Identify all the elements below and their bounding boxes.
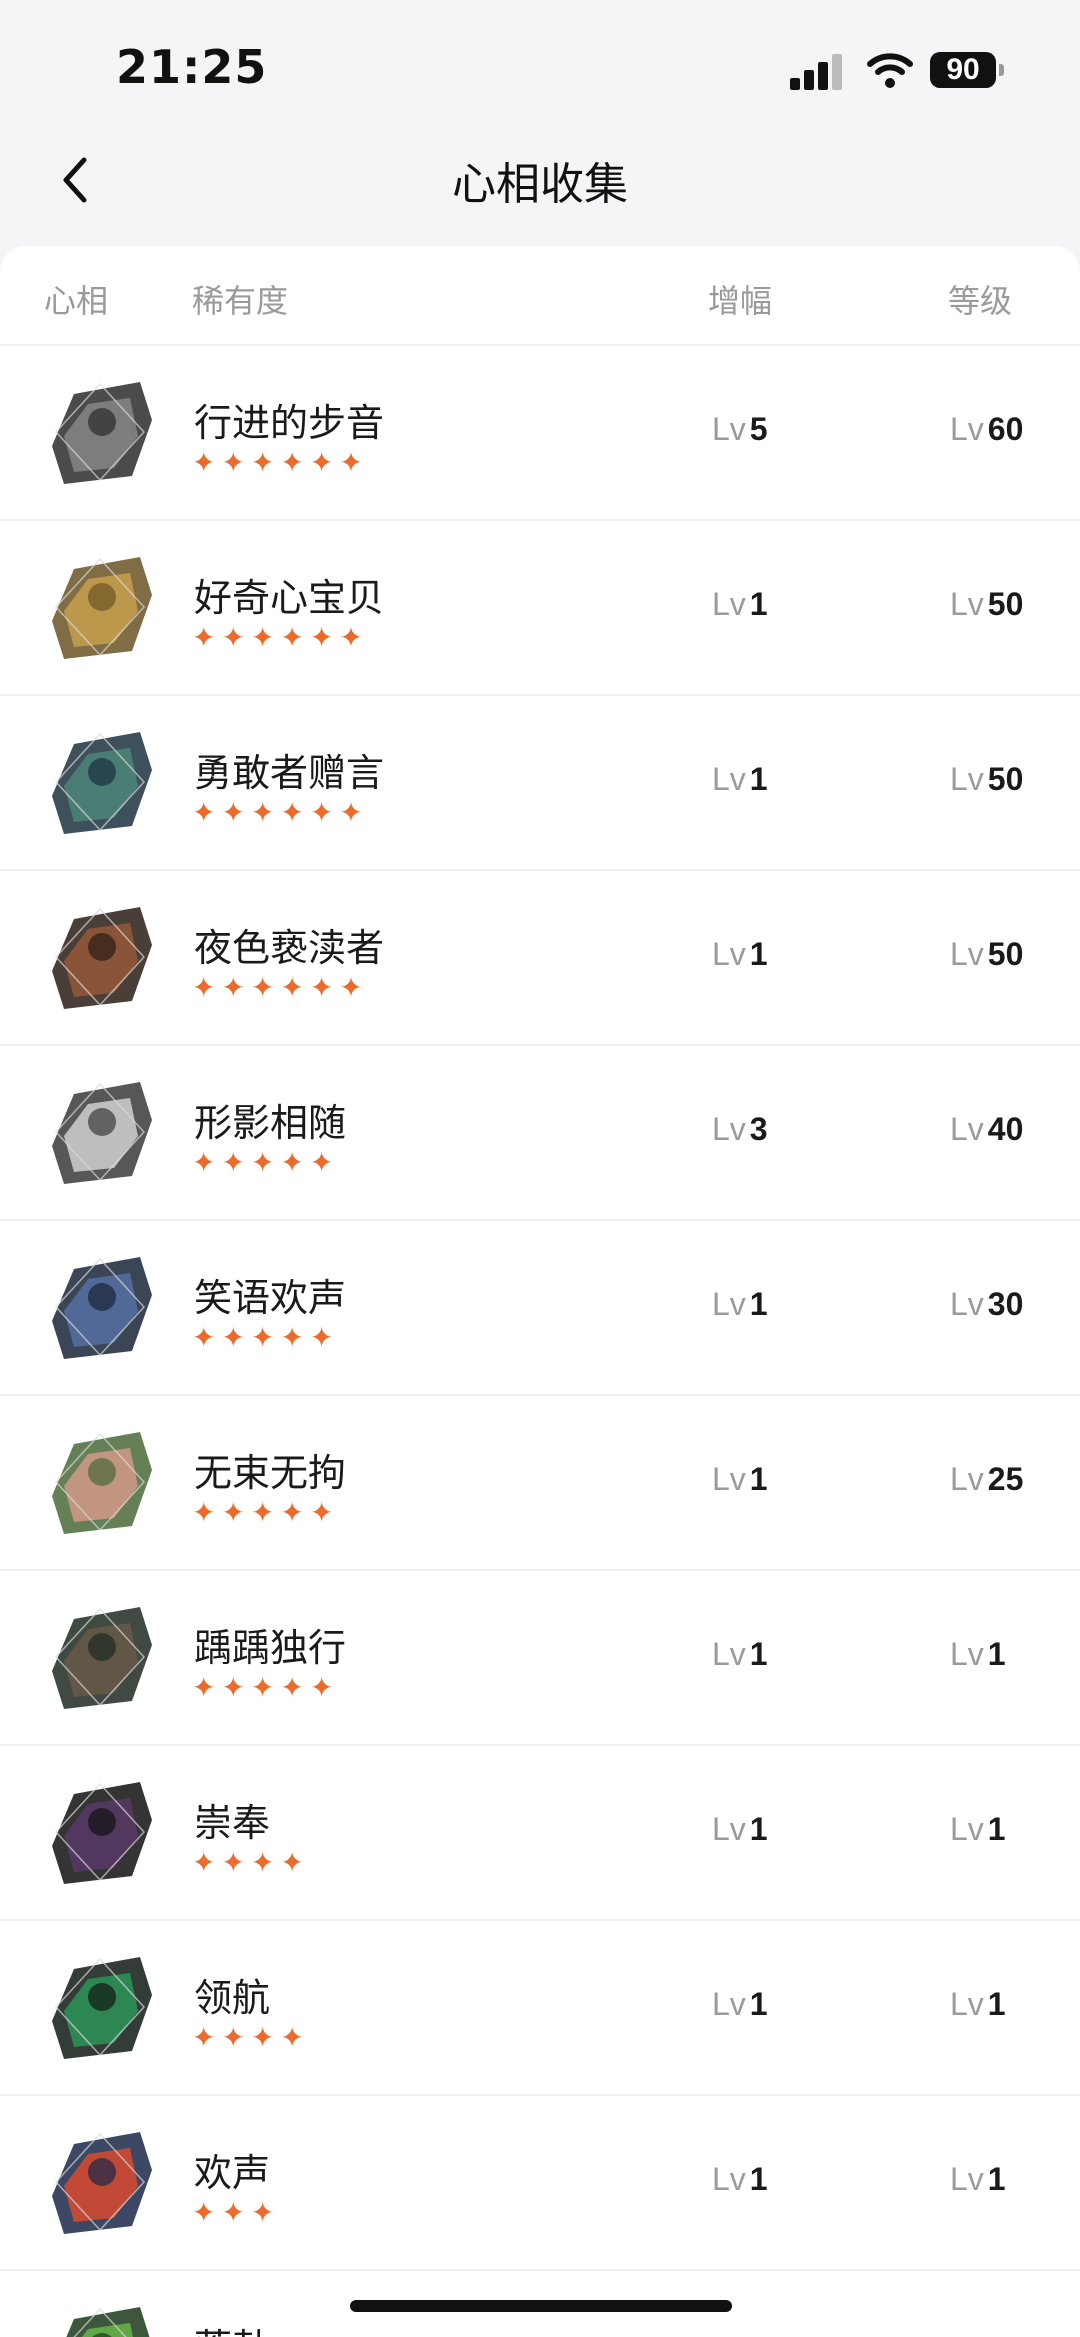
status-time: 21:25 [116, 40, 268, 94]
card-art-thumbnail [66, 2307, 150, 2337]
battery-icon: 90 [930, 52, 1004, 88]
card-art-thumbnail [52, 1957, 152, 2059]
rarity-stars: ✦✦✦✦✦✦ [192, 796, 369, 829]
rarity-stars: ✦✦✦✦ [192, 1846, 310, 1879]
boost-level: Lv1 [712, 1286, 768, 1322]
boost-level: Lv1 [712, 2161, 768, 2197]
card-art-thumbnail [52, 2132, 152, 2234]
battery-level: 90 [930, 52, 996, 88]
list-item[interactable]: 崇奉 ✦✦✦✦ Lv 1 Lv 1 [0, 1746, 1080, 1921]
card-name: 形影相随 [194, 1101, 347, 1145]
collection-list: 行进的步音 ✦✦✦✦✦✦ Lv 5 Lv 60 好奇心宝贝 ✦✦✦✦✦✦ Lv 1 L… [0, 346, 1080, 2337]
list-item[interactable]: 形影相随 ✦✦✦✦✦ Lv 3 Lv 40 [0, 1046, 1080, 1221]
list-item[interactable]: 好奇心宝贝 ✦✦✦✦✦✦ Lv 1 Lv 50 [0, 521, 1080, 696]
card-name: 夜色亵渎者 [194, 926, 385, 970]
card-name: 蓬勃 [194, 2317, 270, 2337]
card-name: 行进的步音 [194, 401, 385, 445]
card-art-thumbnail [52, 1432, 152, 1534]
list-item[interactable]: 夜色亵渎者 ✦✦✦✦✦✦ Lv 1 Lv 50 [0, 871, 1080, 1046]
status-bar: 21:25 90 [0, 0, 1080, 130]
card-name: 好奇心宝贝 [194, 576, 385, 620]
home-indicator [350, 2300, 732, 2312]
rarity-stars: ✦✦✦✦✦✦ [192, 971, 369, 1004]
rarity-stars: ✦✦✦✦✦ [192, 1321, 340, 1354]
wifi-icon [867, 53, 913, 88]
card-art-thumbnail [52, 907, 152, 1009]
card-level: Lv1 [950, 1986, 1006, 2022]
card-art-thumbnail [52, 1082, 152, 1184]
card-level: Lv 60 [950, 411, 1024, 447]
column-header-rarity: 稀有度 [192, 282, 289, 320]
boost-level: Lv1 [712, 1811, 768, 1847]
boost-level: Lv1 [712, 761, 768, 797]
list-item[interactable]: 欢声 ✦✦✦ Lv 1 Lv 1 [0, 2096, 1080, 2271]
rarity-stars: ✦✦✦✦✦ [192, 1671, 340, 1704]
boost-level: Lv1 [712, 1461, 768, 1497]
column-header-level: 等级 [948, 282, 1013, 320]
boost-level: Lv1 [712, 936, 768, 972]
rarity-stars: ✦✦✦✦✦✦ [192, 446, 369, 479]
card-art-thumbnail [52, 557, 152, 659]
list-item[interactable]: 领航 ✦✦✦✦ Lv 1 Lv 1 [0, 1921, 1080, 2096]
card-level: Lv1 [950, 2161, 1006, 2197]
boost-level: Lv1 [712, 1636, 768, 1672]
card-level: Lv 50 [950, 761, 1024, 797]
card-art-thumbnail [52, 382, 152, 484]
card-name: 崇奉 [194, 1801, 271, 1845]
rarity-stars: ✦✦✦✦ [192, 2021, 310, 2054]
list-item[interactable]: 行进的步音 ✦✦✦✦✦✦ Lv 5 Lv 60 [0, 346, 1080, 521]
card-level: Lv 40 [950, 1111, 1024, 1147]
card-level: Lv 25 [950, 1461, 1024, 1497]
list-item[interactable]: 勇敢者赠言 ✦✦✦✦✦✦ Lv 1 Lv 50 [0, 696, 1080, 871]
boost-level: Lv 5 [712, 411, 768, 447]
card-name: 领航 [194, 1976, 271, 2020]
list-item[interactable]: 无束无拘 ✦✦✦✦✦ Lv 1 Lv 25 [0, 1396, 1080, 1571]
column-header-icon: 心相 [44, 282, 109, 320]
rarity-stars: ✦✦✦✦✦ [192, 1146, 340, 1179]
cellular-signal-icon [790, 54, 844, 90]
card-art-thumbnail [52, 732, 152, 834]
card-level: Lv1 [950, 1636, 1006, 1672]
rarity-stars: ✦✦✦ [192, 2196, 281, 2229]
navigation-bar: 心相收集 [0, 130, 1080, 240]
card-name: 无束无拘 [194, 1451, 347, 1495]
table-header: 心相 稀有度 增幅 等级 [0, 246, 1080, 346]
card-level: Lv 30 [950, 1286, 1024, 1322]
boost-level: Lv1 [712, 586, 768, 622]
list-item[interactable]: 笑语欢声 ✦✦✦✦✦ Lv 1 Lv 30 [0, 1221, 1080, 1396]
boost-level: Lv 3 [712, 1111, 768, 1147]
card-art-thumbnail [52, 1257, 152, 1359]
page-title: 心相收集 [452, 159, 628, 210]
card-name: 勇敢者赠言 [194, 751, 385, 795]
card-art-thumbnail [52, 1607, 152, 1709]
card-level: Lv1 [950, 1811, 1006, 1847]
card-level: Lv 50 [950, 936, 1024, 972]
card-level: Lv 50 [950, 586, 1024, 622]
rarity-stars: ✦✦✦✦✦ [192, 1496, 340, 1529]
card-name: 欢声 [194, 2151, 271, 2195]
column-header-boost: 增幅 [708, 282, 773, 320]
rarity-stars: ✦✦✦✦✦✦ [192, 621, 369, 654]
list-item[interactable]: 踽踽独行 ✦✦✦✦✦ Lv 1 Lv 1 [0, 1571, 1080, 1746]
card-name: 踽踽独行 [194, 1626, 347, 1670]
boost-level: Lv1 [712, 1986, 768, 2022]
card-art-thumbnail [52, 1782, 152, 1884]
collection-panel: 心相 稀有度 增幅 等级 行进的步音 ✦✦✦✦✦✦ Lv 5 Lv 60 好奇心宝贝… [0, 246, 1080, 2337]
card-name: 笑语欢声 [194, 1276, 347, 1320]
